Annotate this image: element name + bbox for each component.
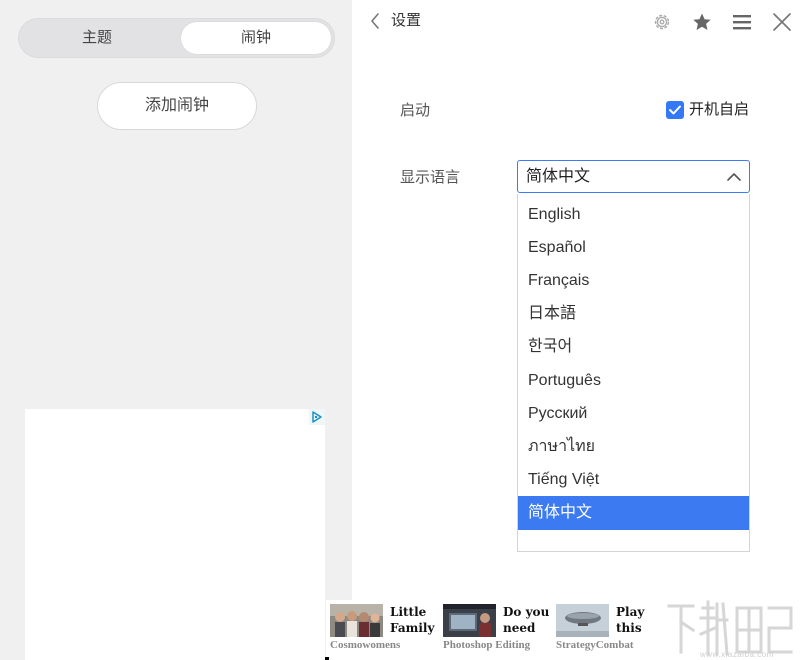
ad-headline: Do you need: [503, 604, 551, 636]
ad-item[interactable]: Little Family Cosmowomens: [326, 602, 439, 660]
language-option-french[interactable]: Français: [518, 264, 749, 298]
language-option-korean[interactable]: 한국어: [518, 330, 749, 364]
ad-source: StrategyCombat: [556, 639, 634, 651]
menu-icon[interactable]: [731, 11, 753, 33]
chevron-up-icon: [725, 169, 743, 185]
language-option-simplified-chinese[interactable]: 简体中文: [518, 496, 749, 530]
language-option-portuguese[interactable]: Português: [518, 364, 749, 398]
language-dropdown: English Español Français 日本語 한국어 Portugu…: [517, 194, 750, 552]
ad-item[interactable]: Do you need Photoshop Editing: [439, 602, 552, 660]
tab-theme[interactable]: 主题: [22, 22, 172, 54]
ad-source: Photoshop Editing: [443, 639, 530, 651]
ad-thumbnail: [556, 604, 609, 637]
sponsored-links: Little Family Cosmowomens Do you need Ph…: [326, 600, 671, 660]
autostart-checkbox[interactable]: [666, 101, 684, 119]
language-option-english[interactable]: English: [518, 198, 749, 232]
language-option-japanese[interactable]: 日本語: [518, 297, 749, 331]
ad-thumbnail: [443, 604, 496, 637]
language-option-russian[interactable]: Русский: [518, 397, 749, 431]
language-select-value: 简体中文: [526, 167, 590, 187]
mode-switch: 主题 闹钟: [18, 18, 335, 58]
ad-item[interactable]: Play this StrategyCombat: [552, 602, 665, 660]
ad-headline: Little Family: [390, 604, 438, 636]
gear-icon[interactable]: [651, 11, 673, 33]
ad-thumbnail: [330, 604, 383, 637]
check-icon: [666, 101, 684, 119]
ad-headline: Play this: [616, 604, 664, 636]
add-alarm-button[interactable]: 添加闹钟: [97, 82, 257, 130]
autostart-label[interactable]: 开机自启: [689, 100, 749, 120]
left-panel: 主题 闹钟 添加闹钟: [0, 0, 352, 660]
startup-label: 启动: [400, 101, 430, 121]
language-label: 显示语言: [400, 168, 460, 188]
back-icon[interactable]: [368, 11, 382, 31]
adchoices-icon[interactable]: [309, 409, 325, 425]
language-option-spanish[interactable]: Español: [518, 231, 749, 265]
page-title: 设置: [391, 11, 421, 31]
ad-banner[interactable]: [25, 409, 325, 660]
ad-source: Cosmowomens: [330, 639, 400, 651]
language-select[interactable]: 简体中文: [517, 160, 750, 193]
close-icon[interactable]: [771, 11, 793, 33]
star-icon[interactable]: [691, 11, 713, 33]
language-option-thai[interactable]: ภาษาไทย: [518, 430, 749, 464]
tab-alarm[interactable]: 闹钟: [181, 22, 331, 54]
watermark-url: www.xiazaiba.com: [700, 650, 774, 659]
language-option-vietnamese[interactable]: Tiếng Việt: [518, 463, 749, 497]
